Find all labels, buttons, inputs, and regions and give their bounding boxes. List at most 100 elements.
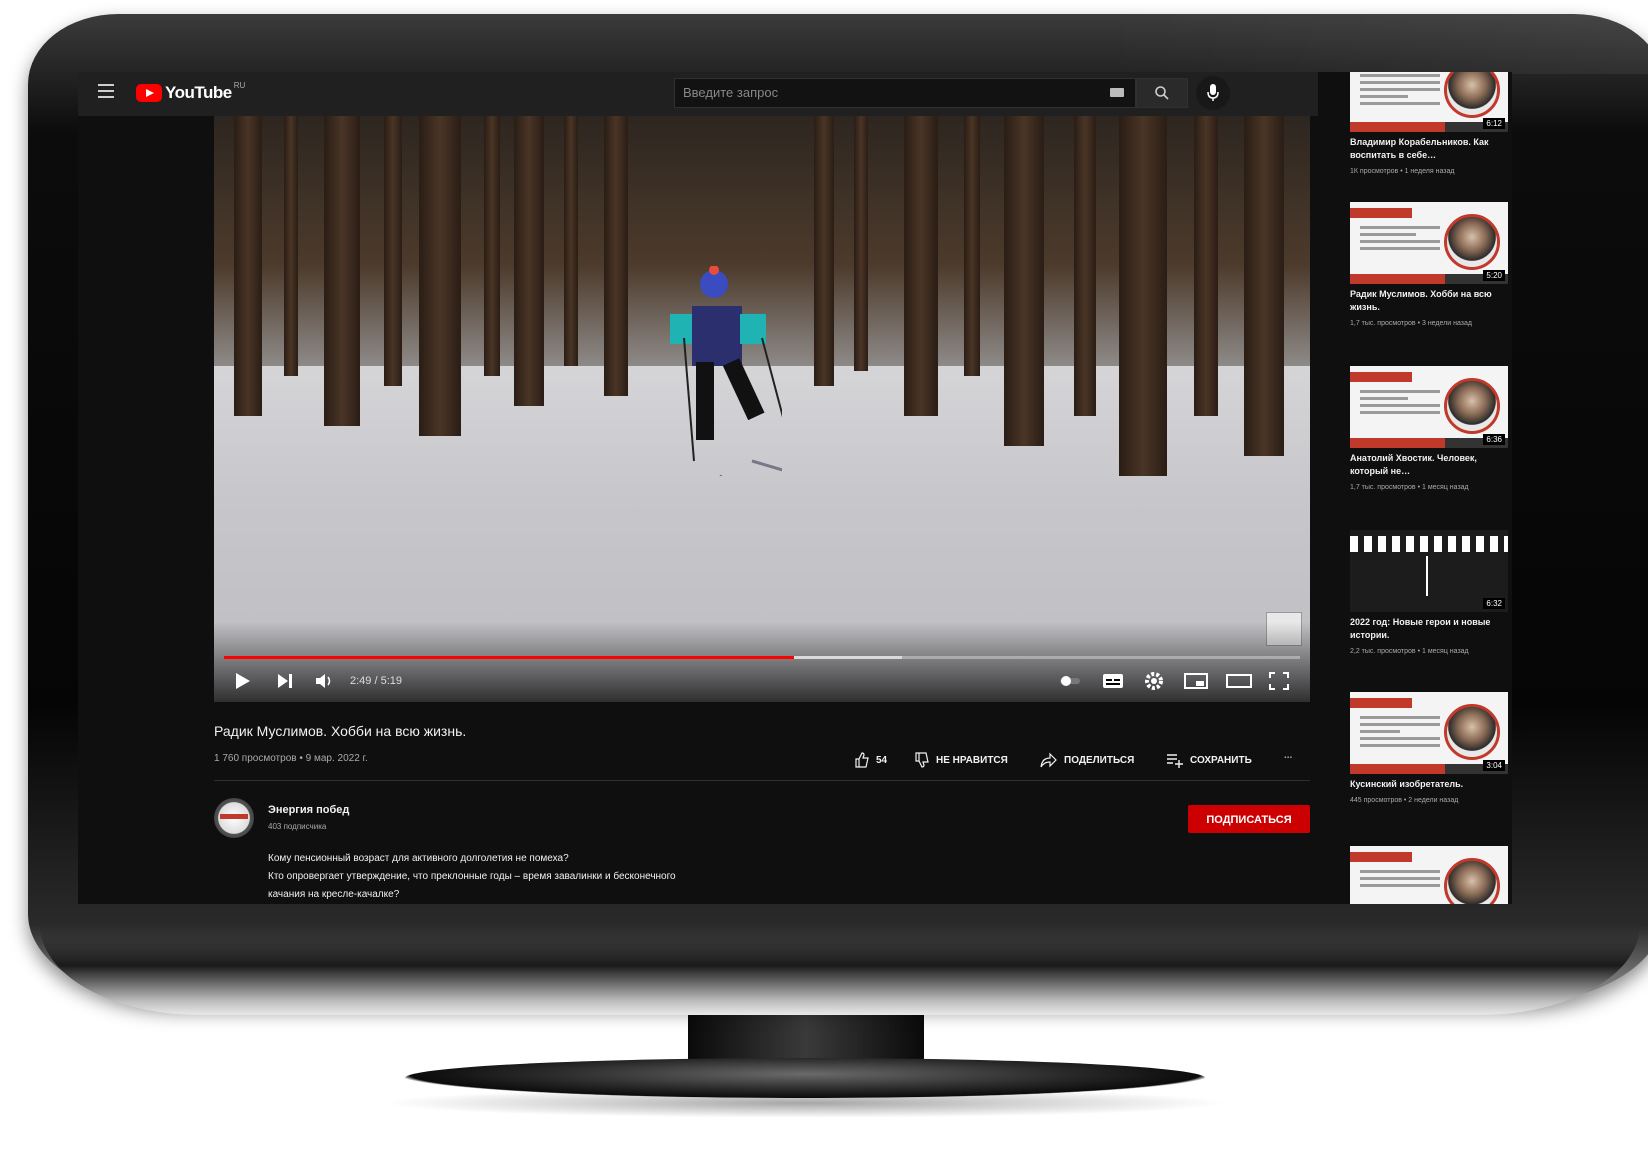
related-video-title[interactable]: Анатолий Хвостик. Человек, который не…	[1350, 452, 1510, 478]
related-video-card[interactable]: 3:04 Кусинский изобретатель. 445 просмот…	[1350, 692, 1510, 806]
miniplayer-icon[interactable]	[1184, 671, 1208, 691]
related-video-card[interactable]: 6:12 Владимир Корабельников. Как воспита…	[1350, 72, 1510, 177]
search-button[interactable]	[1136, 78, 1188, 108]
share-button[interactable]: ПОДЕЛИТЬСЯ	[1040, 752, 1134, 768]
video-thumbnail[interactable]: 3:04	[1350, 692, 1508, 774]
related-video-title[interactable]: Владимир Корабельников. Как воспитать в …	[1350, 136, 1510, 162]
tree-trunk	[384, 116, 402, 386]
video-thumbnail[interactable]: 6:12	[1350, 72, 1508, 132]
tree-trunk	[854, 116, 868, 371]
duration-badge: 6:12	[1483, 118, 1505, 129]
duration-badge: 6:32	[1483, 598, 1505, 609]
like-button[interactable]: 54	[854, 752, 887, 768]
skier-figure	[670, 266, 782, 476]
more-icon: ...	[1284, 750, 1293, 761]
video-thumbnail[interactable]: 6:36	[1350, 366, 1508, 448]
tree-trunk	[484, 116, 500, 376]
related-video-meta: 1К просмотров • 1 неделя назад	[1350, 168, 1455, 175]
time-display: 2:49 / 5:19	[350, 675, 402, 687]
tree-trunk	[904, 116, 938, 416]
tree-trunk	[324, 116, 360, 426]
video-thumbnail[interactable]: 6:32	[1350, 530, 1508, 612]
share-label: ПОДЕЛИТЬСЯ	[1064, 754, 1135, 766]
description-line: качания на кресле-качалке?	[268, 889, 400, 900]
related-video-card[interactable]: 6:32 2022 год: Новые герои и новые истор…	[1350, 530, 1510, 657]
duration-badge: 6:36	[1483, 434, 1505, 445]
tree-trunk	[564, 116, 578, 366]
logo-text: YouTube	[165, 83, 232, 102]
monitor-foot	[405, 1058, 1205, 1098]
monitor-chrome-rim	[40, 925, 1640, 1015]
video-thumbnail[interactable]: 5:20	[1350, 202, 1508, 284]
microphone-icon	[1207, 84, 1219, 101]
next-icon[interactable]	[276, 671, 294, 691]
youtube-play-icon	[136, 84, 162, 102]
tree-trunk	[964, 116, 980, 376]
dislike-button[interactable]: НЕ НРАВИТСЯ	[914, 752, 1008, 768]
dislike-label: НЕ НРАВИТСЯ	[936, 754, 1008, 766]
video-player[interactable]: 2:49 / 5:19	[214, 116, 1310, 702]
tree-trunk	[1194, 116, 1218, 416]
related-video-card[interactable]	[1350, 846, 1510, 904]
subscriber-count: 403 подписчика	[268, 822, 327, 831]
screen: YouTube RU Введите запрос 2:49 / 5:19 Ра…	[78, 72, 1512, 904]
fullscreen-icon[interactable]	[1268, 671, 1290, 691]
thumbs-down-icon	[915, 752, 929, 768]
search-icon	[1155, 86, 1169, 100]
settings-gear-icon[interactable]	[1144, 671, 1164, 691]
logo-region: RU	[233, 80, 246, 90]
related-video-meta: 1,7 тыс. просмотров • 1 месяц назад	[1350, 484, 1469, 491]
duration-badge: 3:04	[1483, 760, 1505, 771]
tree-trunk	[1119, 116, 1167, 476]
related-video-title[interactable]: Радик Муслимов. Хобби на всю жизнь.	[1350, 288, 1510, 314]
play-icon[interactable]	[234, 671, 252, 691]
progress-bar[interactable]	[224, 656, 1300, 659]
tree-trunk	[234, 116, 262, 416]
portrait-image	[1444, 72, 1500, 118]
channel-avatar[interactable]	[214, 798, 254, 838]
keyboard-icon[interactable]	[1110, 88, 1124, 97]
volume-icon[interactable]	[314, 671, 336, 691]
like-count: 54	[876, 754, 888, 766]
hamburger-menu-icon[interactable]	[98, 84, 114, 98]
theater-mode-icon[interactable]	[1226, 671, 1252, 691]
playlist-add-icon	[1167, 754, 1183, 768]
more-actions-button[interactable]: ...	[1284, 750, 1292, 761]
tree-trunk	[1244, 116, 1284, 456]
related-videos-sidebar: 6:12 Владимир Корабельников. Как воспита…	[1330, 72, 1512, 904]
related-video-title[interactable]: Кусинский изобретатель.	[1350, 778, 1510, 791]
subscribe-button[interactable]: ПОДПИСАТЬСЯ	[1188, 805, 1310, 833]
portrait-image	[1444, 704, 1500, 760]
youtube-logo[interactable]: YouTube RU	[136, 80, 246, 104]
tree-trunk	[1004, 116, 1044, 446]
related-video-meta: 1,7 тыс. просмотров • 3 недели назад	[1350, 320, 1472, 327]
tree-trunk	[419, 116, 461, 436]
autoplay-toggle-icon[interactable]	[1058, 671, 1084, 691]
portrait-image	[1444, 858, 1500, 904]
related-video-meta: 2,2 тыс. просмотров • 1 месяц назад	[1350, 648, 1469, 655]
related-video-card[interactable]: 6:36 Анатолий Хвостик. Человек, который …	[1350, 366, 1510, 493]
portrait-image	[1444, 378, 1500, 434]
channel-name[interactable]: Энергия побед	[268, 804, 349, 816]
voice-search-button[interactable]	[1196, 76, 1230, 110]
description-line: Кому пенсионный возраст для активного до…	[268, 853, 569, 864]
related-video-title[interactable]: 2022 год: Новые герои и новые истории.	[1350, 616, 1510, 642]
subtitles-icon[interactable]	[1102, 671, 1124, 691]
save-label: СОХРАНИТЬ	[1190, 754, 1252, 766]
video-description: Кому пенсионный возраст для активного до…	[268, 850, 828, 904]
duration-badge: 5:20	[1483, 270, 1505, 281]
divider	[214, 780, 1310, 781]
tree-trunk	[284, 116, 298, 376]
search-input[interactable]: Введите запрос	[674, 78, 1136, 108]
tree-trunk	[514, 116, 544, 406]
monitor-gloss	[1100, 14, 1648, 74]
video-thumbnail[interactable]	[1350, 846, 1508, 904]
description-line: Кто опровергает утверждение, что преклон…	[268, 871, 676, 882]
tree-trunk	[604, 116, 628, 396]
video-actions: 54 НЕ НРАВИТСЯ ПОДЕЛИТЬСЯ СОХРАНИТЬ ...	[78, 750, 1318, 772]
related-video-card[interactable]: 5:20 Радик Муслимов. Хобби на всю жизнь.…	[1350, 202, 1510, 329]
masthead: YouTube RU Введите запрос	[78, 72, 1318, 116]
save-button[interactable]: СОХРАНИТЬ	[1166, 752, 1252, 768]
progress-played	[224, 656, 795, 659]
related-video-meta: 445 просмотров • 2 недели назад	[1350, 797, 1459, 804]
